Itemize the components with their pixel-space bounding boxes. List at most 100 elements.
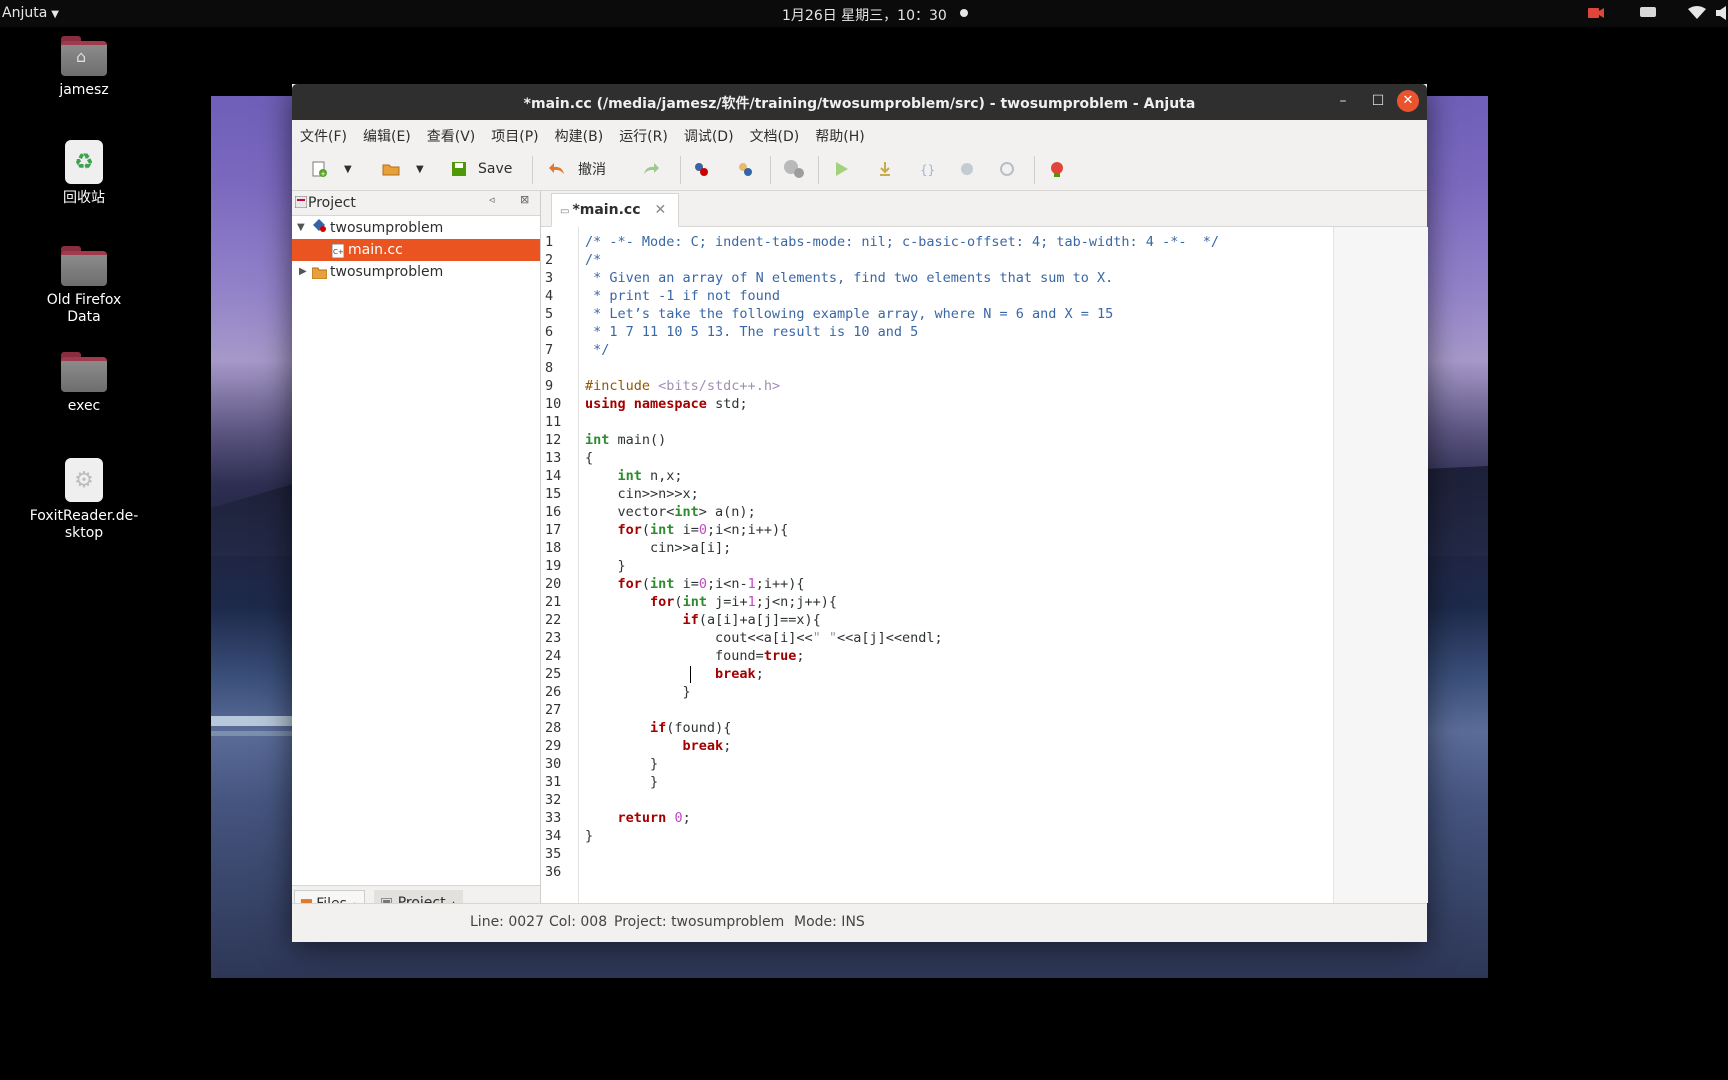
title-bar[interactable]: *main.cc (/media/jamesz/软件/training/twos…	[292, 84, 1427, 120]
code-line[interactable]: int n,x;	[585, 468, 683, 486]
undock-icon[interactable]: ◃	[489, 193, 495, 206]
code-line[interactable]: {	[585, 450, 593, 468]
close-tab-icon[interactable]: ✕	[655, 202, 667, 218]
code-line[interactable]: }	[585, 774, 658, 792]
step-button[interactable]	[876, 158, 894, 180]
tree-item-folder[interactable]: ▶ twosumproblem	[292, 261, 540, 283]
clock[interactable]: 1月26日 星期三，10：30	[782, 5, 947, 25]
screen-record-icon[interactable]	[1588, 6, 1604, 24]
desktop-icon-label: jamesz	[59, 82, 109, 98]
keyboard-icon[interactable]	[1640, 6, 1656, 22]
new-file-button[interactable]: +	[310, 158, 328, 180]
wifi-icon[interactable]	[1688, 6, 1706, 24]
step-out-button[interactable]	[958, 158, 976, 180]
undo-label: 撤消	[578, 162, 606, 178]
code-line[interactable]: }	[585, 558, 626, 576]
code-line[interactable]: /* -*- Mode: C; indent-tabs-mode: nil; c…	[585, 234, 1219, 252]
code-area[interactable]: /* -*- Mode: C; indent-tabs-mode: nil; c…	[579, 227, 1333, 903]
wallpaper-pier	[211, 716, 296, 726]
toolbar-separator	[1034, 156, 1035, 184]
code-line[interactable]: * 1 7 11 10 5 13. The result is 10 and 5	[585, 324, 918, 342]
wallpaper-pier-reflection	[211, 731, 296, 736]
redo-button[interactable]	[642, 158, 660, 180]
expander-closed-icon[interactable]: ▶	[299, 261, 307, 283]
tab-main-cc[interactable]: ▭ *main.cc ✕	[551, 193, 680, 227]
breakpoint-button[interactable]	[1048, 158, 1066, 180]
code-line[interactable]: /*	[585, 252, 601, 270]
cpp-file-icon: ▭	[560, 206, 570, 217]
code-line[interactable]: for(int i=0;i<n-1;i++){	[585, 576, 805, 594]
line-number: 32	[545, 792, 562, 808]
line-number: 22	[545, 612, 562, 628]
open-file-button[interactable]	[382, 158, 400, 180]
menu-help[interactable]: 帮助(H)	[807, 120, 872, 146]
menu-edit[interactable]: 编辑(E)	[355, 120, 419, 146]
save-label: Save	[478, 161, 513, 177]
code-line[interactable]: for(int i=0;i<n;i++){	[585, 522, 789, 540]
close-panel-icon[interactable]: ⊠	[520, 193, 529, 206]
code-line[interactable]: using namespace std;	[585, 396, 748, 414]
desktop-icon-foxitreader[interactable]: ⚙ FoxitReader.de- sktop	[29, 458, 139, 542]
gear-icon: ⚙	[65, 458, 103, 502]
code-line[interactable]: vector<int> a(n);	[585, 504, 756, 522]
code-line[interactable]: return 0;	[585, 810, 691, 828]
menu-file[interactable]: 文件(F)	[292, 120, 355, 146]
menu-debug[interactable]: 调试(D)	[676, 120, 742, 146]
code-line[interactable]: */	[585, 342, 609, 360]
code-line[interactable]	[585, 702, 650, 720]
line-number: 14	[545, 468, 562, 484]
expander-open-icon[interactable]: ▼	[297, 217, 305, 239]
configure-button[interactable]	[782, 158, 806, 180]
menu-bar: 文件(F) 编辑(E) 查看(V) 项目(P) 构建(B) 运行(R) 调试(D) 文档(D)…	[292, 120, 1427, 148]
tree-item-main-cc[interactable]: C+ main.cc	[292, 239, 540, 261]
code-line[interactable]: #include <bits/stdc++.h>	[585, 378, 780, 396]
code-line[interactable]: * print -1 if not found	[585, 288, 780, 306]
step-over-button[interactable]: {}	[918, 158, 936, 180]
desktop-icon-old-firefox-data[interactable]: Old Firefox Data	[29, 246, 139, 326]
code-line[interactable]: found=true;	[585, 648, 804, 666]
code-line[interactable]: for(int j=i+1;j<n;j++){	[585, 594, 837, 612]
menu-project[interactable]: 项目(P)	[483, 120, 546, 146]
code-line[interactable]: break;	[585, 666, 764, 684]
step-out-icon	[961, 163, 973, 175]
step-over-icon: {}	[920, 163, 935, 177]
notification-dot-icon	[960, 9, 968, 17]
code-line[interactable]: * Given an array of N elements, find two…	[585, 270, 1113, 288]
volume-icon[interactable]	[1716, 6, 1728, 24]
folder-icon	[61, 352, 107, 392]
code-line[interactable]: * Let’s take the following example array…	[585, 306, 1113, 324]
new-dropdown-button[interactable]: ▼	[344, 158, 352, 180]
code-line[interactable]: cout<<a[i]<<" "<<a[j]<<endl;	[585, 630, 943, 648]
run-button[interactable]	[832, 158, 850, 180]
redo-icon	[644, 163, 659, 174]
chevron-down-icon: ▼	[51, 9, 59, 20]
open-dropdown-button[interactable]: ▼	[416, 158, 424, 180]
maximize-button[interactable]: ☐	[1367, 90, 1389, 112]
code-line[interactable]: cin>>a[i];	[585, 540, 731, 558]
code-line[interactable]: }	[585, 828, 593, 846]
menu-view[interactable]: 查看(V)	[419, 120, 484, 146]
desktop-icon-home[interactable]: ⌂ jamesz	[29, 36, 139, 99]
minimize-button[interactable]: –	[1332, 90, 1354, 112]
code-line[interactable]: cin>>n>>x;	[585, 486, 699, 504]
menu-build[interactable]: 构建(B)	[547, 120, 612, 146]
code-line[interactable]: if(a[i]+a[j]==x){	[585, 612, 821, 630]
desktop-icon-trash[interactable]: ♻ 回收站	[29, 140, 139, 207]
code-line[interactable]: break;	[585, 738, 732, 756]
undo-button[interactable]: 撤消	[548, 158, 606, 180]
tree-item-project[interactable]: ▼ twosumproblem	[292, 217, 540, 239]
menu-run[interactable]: 运行(R)	[611, 120, 676, 146]
desktop-icon-exec[interactable]: exec	[29, 352, 139, 415]
code-line[interactable]: int main()	[585, 432, 666, 450]
close-button[interactable]: ✕	[1397, 90, 1419, 112]
build-button[interactable]	[736, 158, 754, 180]
code-line[interactable]: }	[585, 684, 691, 702]
save-button[interactable]: Save	[450, 158, 512, 180]
code-line[interactable]: }	[585, 756, 658, 774]
code-line[interactable]: if(found){	[585, 720, 731, 738]
continue-button[interactable]	[998, 158, 1016, 180]
menu-document[interactable]: 文档(D)	[742, 120, 808, 146]
compile-button[interactable]	[692, 158, 710, 180]
svg-text:C+: C+	[333, 248, 344, 256]
app-menu[interactable]: Anjuta ▼	[2, 5, 59, 21]
